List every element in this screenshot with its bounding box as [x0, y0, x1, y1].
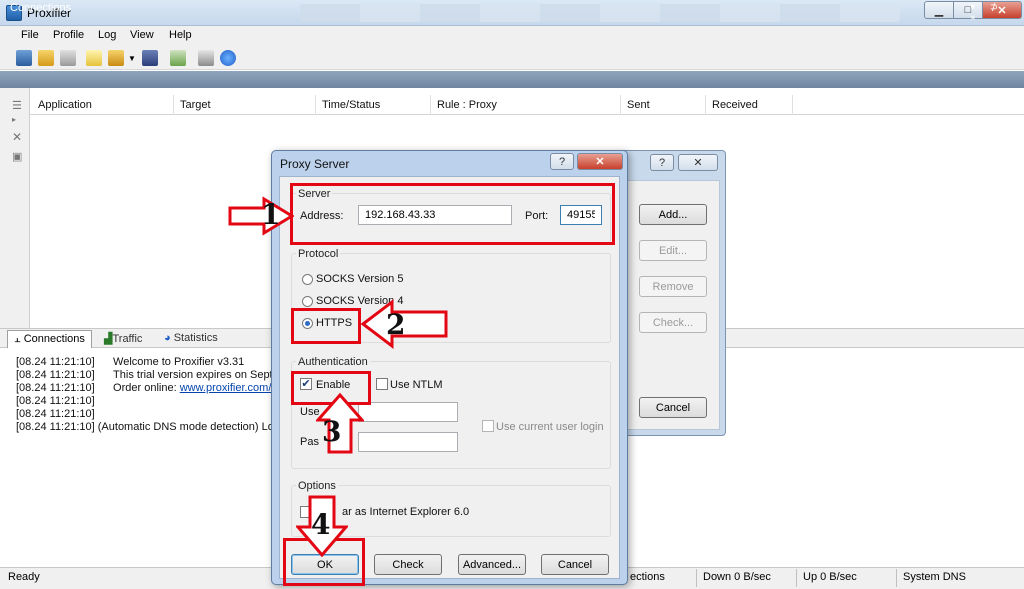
add-proxy-button[interactable]: Add... — [639, 204, 707, 225]
taskbar-background-tabs — [300, 4, 900, 22]
annotation-number-1: 1 — [261, 198, 281, 231]
annotation-number-4: 4 — [311, 508, 331, 541]
rules-icon[interactable] — [86, 50, 102, 66]
status-ready: Ready — [8, 571, 40, 583]
col-time-status[interactable]: Time/Status — [322, 99, 380, 111]
proxy-dialog-help-button[interactable]: ? — [550, 153, 574, 170]
socks4-radio[interactable] — [302, 296, 313, 307]
password-field[interactable] — [358, 432, 458, 452]
proxy-dialog-title: Proxy Server — [280, 157, 350, 171]
minimize-button[interactable]: ▁ — [924, 1, 954, 19]
status-divider — [896, 569, 897, 587]
use-current-login-checkbox[interactable] — [482, 420, 494, 432]
check-button[interactable]: Check — [374, 554, 442, 575]
advanced-button[interactable]: Advanced... — [458, 554, 526, 575]
column-divider — [620, 95, 621, 115]
log-line: [08.24 11:21:10] Welcome to Proxifier v3… — [16, 356, 245, 368]
menu-view[interactable]: View — [130, 29, 154, 41]
tab-connections-icon: ⫠ — [14, 333, 24, 345]
print-icon[interactable] — [198, 50, 214, 66]
open-profile-icon[interactable] — [38, 50, 54, 66]
status-divider — [696, 569, 697, 587]
col-application[interactable]: Application — [38, 99, 92, 111]
use-ntlm-label[interactable]: Use NTLM — [390, 379, 443, 391]
tab-statistics[interactable]: ◕ Statistics — [158, 330, 224, 348]
check-proxy-button[interactable]: Check... — [639, 312, 707, 333]
annotation-number-3: 3 — [322, 415, 342, 448]
protocol-group-label: Protocol — [296, 248, 341, 260]
close-connection-icon[interactable]: ✕ — [12, 130, 22, 144]
socks5-label[interactable]: SOCKS Version 5 — [316, 273, 403, 285]
back-dialog-close-button[interactable]: ✕ — [678, 154, 718, 171]
log-line: [08.24 11:21:10] This trial version expi… — [16, 369, 304, 381]
expand-arrow-icon[interactable]: ▸ — [12, 115, 16, 124]
back-dialog-cancel-button[interactable]: Cancel — [639, 397, 707, 418]
annotation-number-2: 2 — [386, 308, 406, 341]
annotation-box-https — [291, 308, 361, 344]
col-target[interactable]: Target — [180, 99, 211, 111]
status-up: Up 0 B/sec — [803, 571, 857, 583]
col-sent[interactable]: Sent — [627, 99, 650, 111]
annotation-box-server — [290, 183, 615, 245]
username-field[interactable] — [358, 402, 458, 422]
use-ntlm-checkbox[interactable] — [376, 378, 388, 390]
ie6-label[interactable]: ar as Internet Explorer 6.0 — [342, 506, 469, 518]
status-down: Down 0 B/sec — [703, 571, 771, 583]
options-group-label: Options — [296, 480, 338, 492]
menu-file[interactable]: File — [21, 29, 39, 41]
list-view-icon[interactable]: ☰ — [12, 99, 22, 112]
menu-profile[interactable]: Profile — [53, 29, 84, 41]
proxy-dialog-close-button[interactable]: ✕ — [577, 153, 623, 170]
export-icon[interactable] — [170, 50, 186, 66]
authentication-group-label: Authentication — [296, 356, 370, 368]
menu-log[interactable]: Log — [98, 29, 116, 41]
edit-proxy-button[interactable]: Edit... — [639, 240, 707, 261]
connections-panel-title: Connections — [10, 2, 72, 14]
column-divider — [705, 95, 706, 115]
column-divider — [792, 95, 793, 115]
log-line: [08.24 11:21:10] — [16, 408, 95, 420]
tab-traffic[interactable]: ▟Traffic — [98, 330, 148, 348]
socks5-radio[interactable] — [302, 274, 313, 285]
column-divider — [430, 95, 431, 115]
save-icon[interactable] — [142, 50, 158, 66]
tab-connections[interactable]: ⫠ Connections — [7, 330, 92, 348]
proxy-servers-icon[interactable] — [60, 50, 76, 66]
log-line: [08.24 11:21:10] (Automatic DNS mode det… — [16, 421, 288, 433]
col-received[interactable]: Received — [712, 99, 758, 111]
side-tool-strip — [0, 88, 30, 328]
panel-controls[interactable]: ▾ ⊅ × — [970, 2, 1024, 24]
help-icon[interactable] — [220, 50, 236, 66]
dialog-cancel-button[interactable]: Cancel — [541, 554, 609, 575]
status-dns: System DNS — [903, 571, 966, 583]
column-divider — [173, 95, 174, 115]
remove-proxy-button[interactable]: Remove — [639, 276, 707, 297]
use-current-login-label[interactable]: Use current user login — [496, 421, 604, 433]
chevron-down-icon[interactable]: ▼ — [128, 54, 136, 63]
menu-help[interactable]: Help — [169, 29, 192, 41]
log-line: [08.24 11:21:10] — [16, 395, 95, 407]
log-line: [08.24 11:21:10] Order online: www.proxi… — [16, 382, 294, 394]
col-rule-proxy[interactable]: Rule : Proxy — [437, 99, 497, 111]
menu-bar: File Profile Log View Help — [0, 26, 1024, 45]
properties-icon[interactable]: ▣ — [12, 150, 22, 163]
status-connections: ections — [630, 571, 665, 583]
statistics-pie-icon: ◕ — [164, 332, 174, 344]
column-divider — [315, 95, 316, 115]
back-dialog-help-button[interactable]: ? — [650, 154, 674, 171]
connections-panel-header — [0, 71, 1024, 88]
folder-dropdown-icon[interactable] — [108, 50, 124, 66]
status-divider — [796, 569, 797, 587]
new-profile-icon[interactable] — [16, 50, 32, 66]
